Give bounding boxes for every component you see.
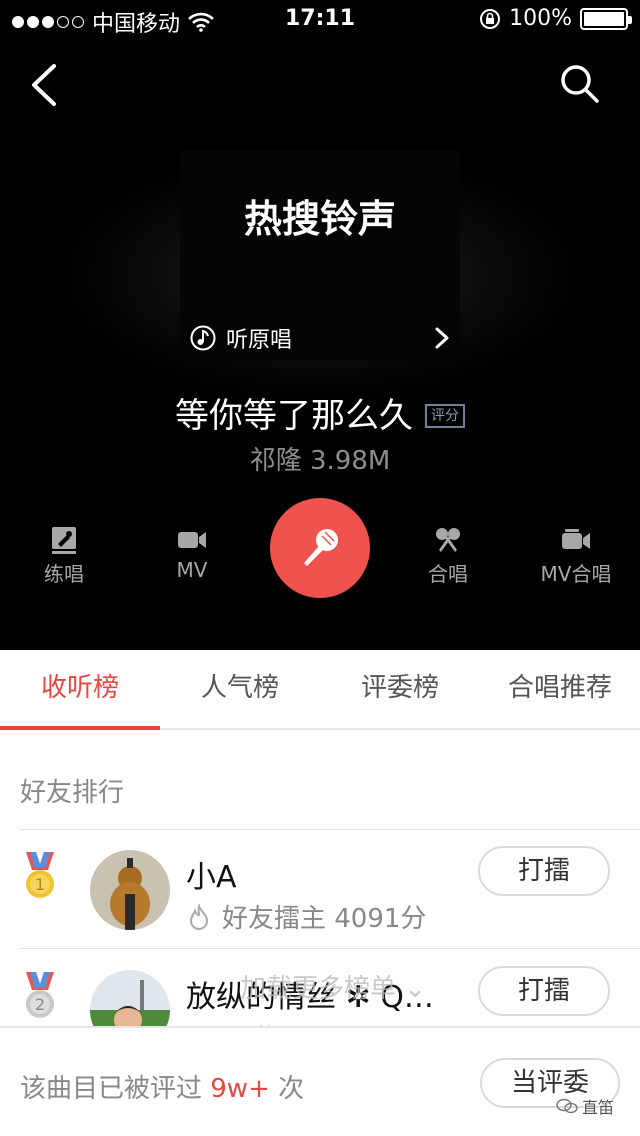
- user-score: 好友擂主 4091分: [186, 898, 426, 935]
- action-row: 练唱 MV 合唱 MV合唱: [0, 498, 640, 598]
- duet-label: 合唱: [428, 562, 468, 586]
- sing-button[interactable]: [270, 498, 370, 598]
- tab-listen-chart[interactable]: 收听榜: [0, 650, 160, 730]
- duet-microphones-icon: [436, 528, 460, 552]
- gold-medal-icon: 1: [26, 852, 54, 898]
- tab-duet-recommend[interactable]: 合唱推荐: [480, 650, 640, 728]
- review-count-prefix: 该曲目已被评过: [20, 1074, 211, 1104]
- song-artist-size: 祁隆 3.98M: [249, 446, 391, 476]
- practice-label: 练唱: [44, 562, 84, 586]
- wechat-icon: [556, 1098, 578, 1114]
- judge-bar: 该曲目已被评过 9w+ 次 当评委: [0, 1026, 640, 1136]
- status-right: 100%: [479, 6, 632, 31]
- watermark: 直笛: [556, 1094, 614, 1118]
- cover-title: 热搜铃声: [243, 197, 396, 241]
- avatar[interactable]: [90, 850, 170, 930]
- back-arrow-icon[interactable]: [26, 60, 66, 110]
- tab-popularity-chart[interactable]: 人气榜: [160, 650, 320, 728]
- silver-medal-icon: 2: [26, 972, 54, 1018]
- video-camera-icon: [178, 532, 206, 548]
- song-title-row: 等你等了那么久 评分: [0, 388, 640, 437]
- mv-duet-label: MV合唱: [540, 562, 612, 586]
- battery-icon: [580, 7, 632, 30]
- challenge-button[interactable]: 打擂: [478, 846, 610, 896]
- user-name: 小A: [186, 860, 237, 895]
- listen-original-label: 听原唱: [226, 328, 293, 353]
- status-bar: 中国移动 17:11 100%: [0, 0, 640, 40]
- practice-icon: [52, 527, 76, 554]
- video-duet-icon: [562, 529, 590, 549]
- rotation-lock-icon: [480, 8, 501, 29]
- chevron-right-icon: [435, 327, 449, 349]
- battery-percent: 100%: [509, 6, 572, 31]
- score-tag[interactable]: 评分: [425, 403, 465, 428]
- friends-ranking-title: 好友排行: [20, 778, 125, 808]
- load-more-rankings[interactable]: 加载更多榜单 ⌄: [240, 968, 426, 1005]
- song-title: 等你等了那么久: [175, 396, 413, 436]
- duet-button[interactable]: 合唱: [393, 526, 503, 587]
- ranking-row[interactable]: 1 小A 好友擂主 4091分 打擂: [0, 830, 640, 948]
- ranking-tabs: 收听榜 人气榜 评委榜 合唱推荐: [0, 650, 640, 730]
- music-note-icon: [190, 325, 216, 351]
- mv-button[interactable]: MV: [137, 526, 247, 582]
- song-cover[interactable]: 热搜铃声 听原唱: [180, 150, 460, 360]
- search-icon[interactable]: [558, 62, 602, 106]
- medal-rank-number: 2: [35, 995, 45, 1014]
- flame-icon: [189, 903, 209, 930]
- divider: [20, 948, 640, 949]
- tab-judges-chart[interactable]: 评委榜: [320, 650, 480, 728]
- user-score-text: 好友擂主 4091分: [222, 904, 427, 934]
- review-count-suffix: 次: [269, 1074, 305, 1104]
- gourd-avatar-image: [90, 850, 170, 930]
- listen-original-bar[interactable]: 听原唱: [180, 316, 460, 360]
- medal-rank-number: 1: [35, 875, 45, 894]
- review-count-value: 9w+: [210, 1074, 270, 1104]
- practice-button[interactable]: 练唱: [9, 526, 119, 587]
- mv-duet-button[interactable]: MV合唱: [521, 526, 631, 587]
- challenge-button[interactable]: 打擂: [478, 966, 610, 1016]
- song-header: 中国移动 17:11 100% 热搜铃声 听原唱 等你等了那么久 评分 祁隆 3…: [0, 0, 640, 650]
- battery-fill: [584, 11, 624, 26]
- review-count-text: 该曲目已被评过 9w+ 次: [20, 1068, 304, 1105]
- microphone-icon: [304, 529, 338, 566]
- watermark-text: 直笛: [582, 1098, 615, 1117]
- mv-label: MV: [176, 558, 208, 582]
